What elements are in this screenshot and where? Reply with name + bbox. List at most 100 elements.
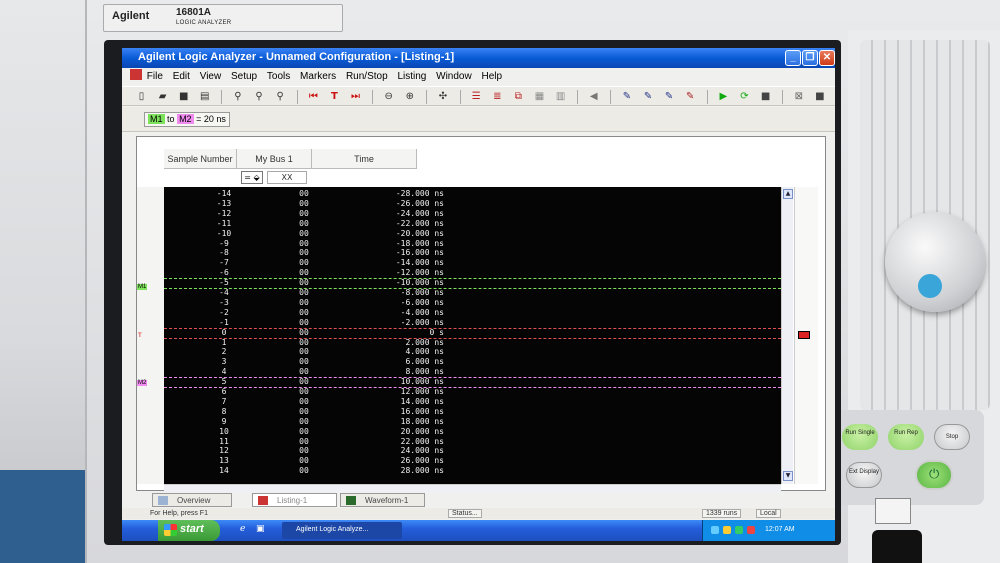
listing-row[interactable]: -7 00 -14.000 ns — [164, 258, 781, 268]
network-icon[interactable] — [711, 526, 719, 534]
listing-row[interactable]: 3 00 6.000 ns — [164, 357, 781, 367]
run-icon[interactable]: ▶ — [717, 90, 730, 103]
tab-waveform[interactable]: Waveform-1 — [340, 493, 425, 507]
column-header-sample[interactable]: Sample Number — [164, 149, 237, 169]
find-icon[interactable]: ⚲ — [231, 90, 244, 103]
listing-view-icon[interactable]: ☰ — [470, 90, 483, 103]
menu-edit[interactable]: Edit — [173, 68, 190, 86]
restore-button[interactable]: ❐ — [802, 50, 818, 66]
save-icon[interactable]: ■ — [177, 90, 190, 103]
listing-row[interactable]: 10 00 20.000 ns — [164, 427, 781, 437]
listing-row[interactable]: 13 00 26.000 ns — [164, 456, 781, 466]
go-to-end-icon[interactable]: ⏭ — [349, 90, 362, 103]
waveform-view-icon[interactable]: ≣ — [491, 90, 504, 103]
menu-window[interactable]: Window — [436, 68, 472, 86]
listing-row[interactable]: -14 00 -28.000 ns — [164, 189, 781, 199]
listing-data-area[interactable]: -14 00 -28.000 ns -13 00 -26.000 ns -12 00 -24.0… — [164, 187, 781, 484]
close-button[interactable]: ✕ — [819, 50, 835, 66]
listing-row[interactable]: 14 00 28.000 ns — [164, 466, 781, 476]
listing-row[interactable]: -10 00 -20.000 ns — [164, 229, 781, 239]
start-button[interactable]: start — [158, 520, 220, 541]
listing-row[interactable]: -2 00 -4.000 ns — [164, 308, 781, 318]
menu-markers[interactable]: Markers — [300, 68, 336, 86]
tray-app-icon[interactable] — [723, 526, 731, 534]
listing-row[interactable]: -5 00 -10.000 ns — [164, 278, 781, 288]
tray-status-icon[interactable] — [735, 526, 743, 534]
stop-button[interactable]: Stop — [934, 424, 970, 450]
compare-view-icon[interactable]: ⧉ — [512, 90, 525, 103]
open-folder-icon[interactable]: ▰ — [156, 90, 169, 103]
marker-tool-icon[interactable]: ✣ — [437, 90, 450, 103]
zoom-out-icon[interactable]: ⊖ — [382, 90, 395, 103]
listing-row[interactable]: -9 00 -18.000 ns — [164, 239, 781, 249]
go-to-trigger-icon[interactable]: T — [328, 90, 341, 103]
marker-move-icon[interactable]: ✎ — [642, 90, 655, 103]
app-menu-icon[interactable] — [130, 69, 142, 80]
listing-row[interactable]: -1 00 -2.000 ns — [164, 318, 781, 328]
gutter-m1-tag[interactable]: M1 — [137, 284, 148, 290]
horizontal-scrollbar[interactable] — [164, 484, 781, 492]
gutter-trigger-tag[interactable]: T — [137, 333, 143, 339]
menu-listing[interactable]: Listing — [397, 68, 426, 86]
marker-set-icon[interactable]: ✎ — [620, 90, 633, 103]
menu-run-stop[interactable]: Run/Stop — [346, 68, 388, 86]
menu-tools[interactable]: Tools — [267, 68, 290, 86]
vertical-scrollbar[interactable]: ▲ ▼ — [781, 187, 793, 484]
menu-file[interactable]: File — [147, 68, 163, 86]
listing-row[interactable]: 9 00 18.000 ns — [164, 417, 781, 427]
listing-row[interactable]: -4 00 -8.000 ns — [164, 288, 781, 298]
gutter-m2-tag[interactable]: M2 — [137, 380, 148, 386]
taskbar-app-button[interactable]: Agilent Logic Analyze... — [282, 522, 402, 539]
listing-row[interactable]: 8 00 16.000 ns — [164, 407, 781, 417]
halt-icon[interactable]: ■ — [813, 90, 826, 103]
power-button[interactable]: ⏻ — [915, 460, 953, 490]
listing-row[interactable]: 7 00 14.000 ns — [164, 397, 781, 407]
tab-listing[interactable]: Listing-1 — [252, 493, 337, 507]
listing-row[interactable]: 2 00 4.000 ns — [164, 347, 781, 357]
menu-help[interactable]: Help — [481, 68, 502, 86]
minimize-button[interactable]: _ — [785, 50, 801, 66]
listing-row[interactable]: -12 00 -24.000 ns — [164, 209, 781, 219]
tab-overview[interactable]: Overview — [152, 493, 232, 507]
listing-row[interactable]: 12 00 24.000 ns — [164, 446, 781, 456]
tray-alert-icon[interactable] — [747, 526, 755, 534]
run-repetitive-icon[interactable]: ⟳ — [738, 90, 751, 103]
marker-delete-icon[interactable]: ✎ — [663, 90, 676, 103]
quicklaunch-ie-icon[interactable]: ℯ — [240, 524, 250, 536]
ext-display-button[interactable]: Ext Display — [846, 462, 882, 488]
scroll-up-icon[interactable]: ▲ — [783, 189, 793, 199]
marker-readout[interactable]: M1 to M2 = 20 ns — [144, 112, 230, 127]
rotary-knob[interactable] — [885, 212, 985, 312]
overview-strip[interactable] — [794, 187, 818, 484]
listing-row[interactable]: -3 00 -6.000 ns — [164, 298, 781, 308]
run-rep-button[interactable]: Run Rep — [888, 424, 924, 450]
find-previous-icon[interactable]: ⚲ — [253, 90, 266, 103]
quicklaunch-app-icon[interactable]: ▣ — [256, 524, 266, 536]
cancel-icon[interactable]: ⊠ — [792, 90, 805, 103]
listing-row[interactable]: -11 00 -22.000 ns — [164, 219, 781, 229]
menu-setup[interactable]: Setup — [231, 68, 257, 86]
filter-value-field[interactable]: XX — [267, 171, 307, 184]
listing-row[interactable]: 6 00 12.000 ns — [164, 387, 781, 397]
column-header-time[interactable]: Time — [312, 149, 417, 169]
listing-row[interactable]: 1 00 2.000 ns — [164, 338, 781, 348]
listing-row[interactable]: 4 00 8.000 ns — [164, 367, 781, 377]
column-header-bus[interactable]: My Bus 1 — [237, 149, 312, 169]
listing-row[interactable]: -8 00 -16.000 ns — [164, 248, 781, 258]
menu-view[interactable]: View — [200, 68, 222, 86]
print-icon[interactable]: ▤ — [198, 90, 211, 103]
run-single-button[interactable]: Run Single — [842, 424, 878, 450]
go-to-start-icon[interactable]: ⏮ — [307, 90, 320, 103]
listing-row[interactable]: 5 00 10.000 ns — [164, 377, 781, 387]
listing-row[interactable]: 11 00 22.000 ns — [164, 437, 781, 447]
status-button[interactable]: Status... — [448, 509, 482, 518]
marker-clear-icon[interactable]: ✎ — [684, 90, 697, 103]
new-file-icon[interactable]: ▯ — [135, 90, 148, 103]
listing-row[interactable]: 0 00 0 s — [164, 328, 781, 338]
find-next-icon[interactable]: ⚲ — [274, 90, 287, 103]
listing-row[interactable]: -6 00 -12.000 ns — [164, 268, 781, 278]
zoom-in-icon[interactable]: ⊕ — [403, 90, 416, 103]
listing-row[interactable]: -13 00 -26.000 ns — [164, 199, 781, 209]
filter-operator-dropdown[interactable]: = ⬙ — [241, 171, 263, 184]
stop-icon[interactable]: ■ — [759, 90, 772, 103]
